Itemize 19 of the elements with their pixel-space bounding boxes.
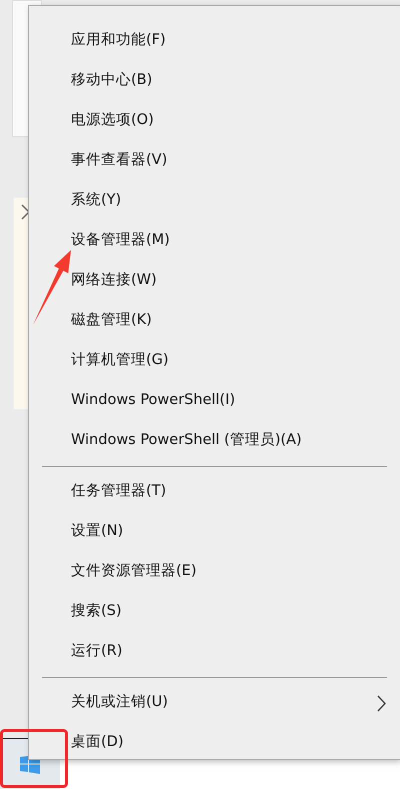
highlight-rectangle — [0, 729, 69, 789]
menu-item[interactable]: 运行(R) — [29, 632, 400, 672]
menu-item[interactable]: 磁盘管理(K) — [29, 301, 400, 341]
menu-item[interactable]: 桌面(D) — [29, 723, 400, 763]
menu-item[interactable]: 搜索(S) — [29, 592, 400, 632]
menu-item[interactable]: 关机或注销(U) — [29, 683, 400, 723]
menu-item[interactable]: 设备管理器(M) — [29, 221, 400, 261]
menu-item[interactable]: 移动中心(B) — [29, 61, 400, 101]
menu-item[interactable]: 系统(Y) — [29, 181, 400, 221]
menu-item[interactable]: 电源选项(O) — [29, 101, 400, 141]
menu-item[interactable]: 网络连接(W) — [29, 261, 400, 301]
menu-item[interactable]: 事件查看器(V) — [29, 141, 400, 181]
menu-item[interactable]: 应用和功能(F) — [29, 21, 400, 61]
menu-item[interactable]: 设置(N) — [29, 512, 400, 552]
menu-item[interactable]: Windows PowerShell(I) — [29, 381, 400, 421]
menu-item[interactable]: Windows PowerShell (管理员)(A) — [29, 421, 400, 461]
menu-item[interactable]: 任务管理器(T) — [29, 472, 400, 512]
menu-item[interactable]: 文件资源管理器(E) — [29, 552, 400, 592]
menu-item[interactable]: 计算机管理(G) — [29, 341, 400, 381]
